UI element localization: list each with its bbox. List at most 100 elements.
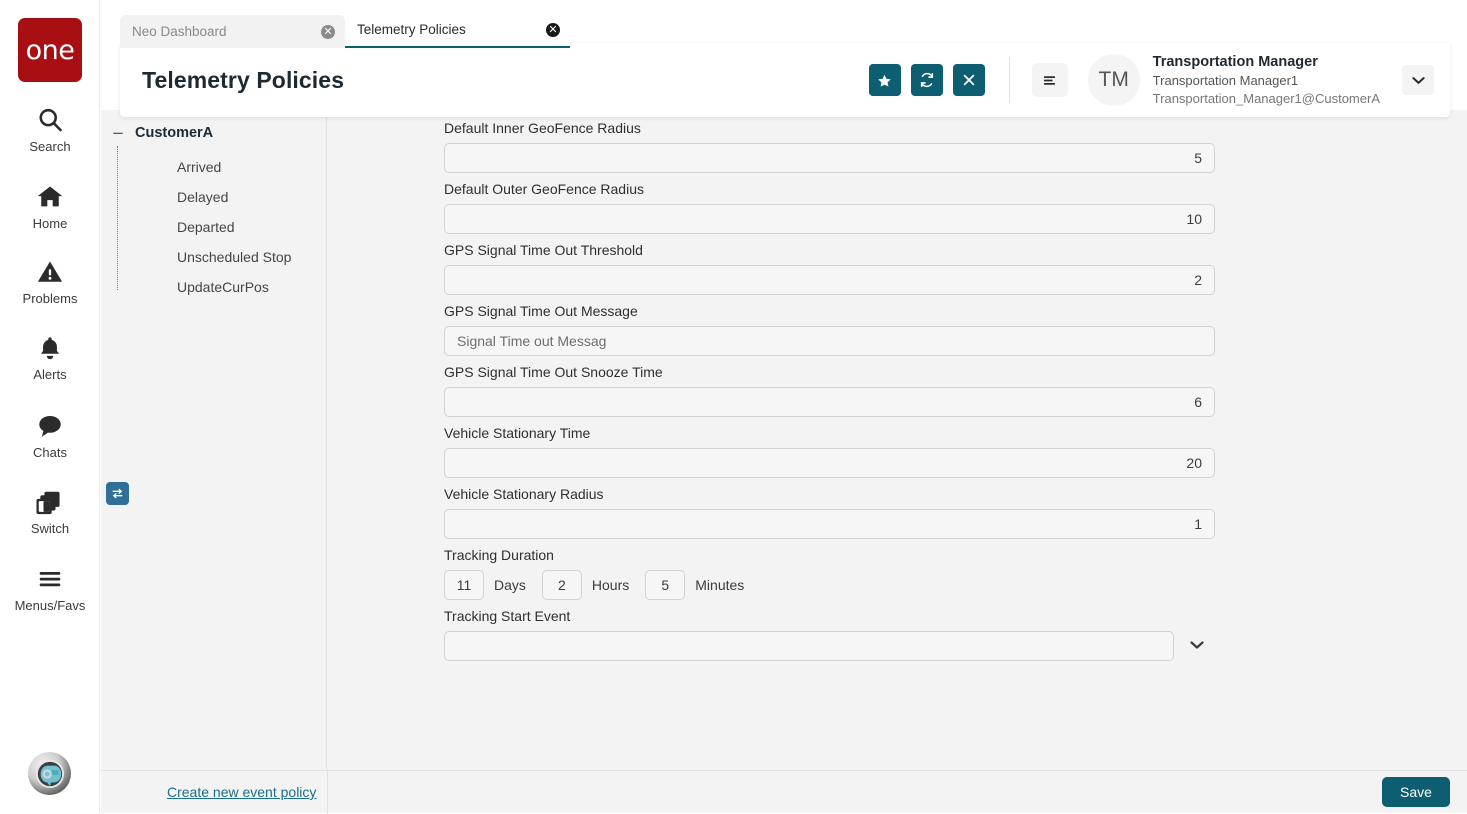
header-actions	[868, 64, 985, 96]
field-label: Tracking Duration	[444, 547, 554, 563]
field-label: Vehicle Stationary Radius	[444, 486, 604, 502]
tree-item-unscheduled-stop[interactable]: Unscheduled Stop	[117, 242, 326, 272]
unit-hours: Hours	[591, 577, 630, 593]
switch-windows-icon	[35, 482, 129, 518]
page-title: Telemetry Policies	[142, 66, 345, 93]
field-default-inner-geofence-radius: Default Inner GeoFence Radius	[444, 120, 1467, 173]
rail-item-search[interactable]: Search	[0, 104, 100, 154]
close-circle-icon[interactable]: ✕	[321, 24, 335, 39]
vehicle-stationary-time-input[interactable]	[444, 448, 1215, 478]
page-header: Telemetry Policies TM Transportation Man…	[120, 43, 1450, 117]
field-label: GPS Signal Time Out Threshold	[444, 242, 643, 258]
refresh-button[interactable]	[910, 64, 943, 96]
rail-label-home: Home	[32, 216, 68, 231]
tracking-start-event-input[interactable]	[444, 631, 1174, 661]
tracking-duration-minutes-input[interactable]	[645, 570, 686, 600]
field-tracking-duration: Tracking Duration Days Hours Minutes	[444, 547, 1467, 600]
field-default-outer-geofence-radius: Default Outer GeoFence Radius	[444, 181, 1467, 234]
field-vehicle-stationary-time: Vehicle Stationary Time	[444, 425, 1467, 478]
rail-item-switch[interactable]: Switch	[0, 482, 129, 536]
policy-form-panel: Default Inner GeoFence Radius Default Ou…	[328, 110, 1467, 770]
tree-root-label[interactable]: CustomerA	[135, 125, 213, 141]
ai-assistant-avatar[interactable]	[28, 752, 71, 795]
rail-item-alerts[interactable]: Alerts	[0, 332, 100, 382]
unit-minutes: Minutes	[695, 577, 745, 593]
chevron-down-icon[interactable]	[1190, 639, 1204, 654]
tree-root-row[interactable]: − CustomerA	[101, 120, 326, 146]
rail-item-home[interactable]: Home	[0, 181, 100, 231]
page-footer: Create new event policy Save	[101, 770, 1467, 814]
field-vehicle-stationary-radius: Vehicle Stationary Radius	[444, 486, 1467, 539]
chevron-down-icon[interactable]	[1402, 65, 1434, 95]
tree-children: Arrived Delayed Departed Unscheduled Sto…	[117, 146, 326, 302]
rail-label-menus-favs: Menus/Favs	[14, 598, 86, 613]
avatar-initials: TM	[1098, 68, 1129, 91]
tracking-duration-row: Days Hours Minutes	[444, 570, 1467, 600]
rail-label-alerts: Alerts	[33, 367, 67, 382]
user-username: Transportation Manager1	[1152, 73, 1299, 89]
rail-label-chats: Chats	[33, 445, 67, 460]
save-button[interactable]: Save	[1382, 777, 1450, 807]
field-label: Default Outer GeoFence Radius	[444, 181, 644, 197]
header-divider	[1008, 57, 1010, 103]
field-gps-signal-time-out-message: GPS Signal Time Out Message	[444, 303, 1467, 356]
tab-neo-dashboard[interactable]: Neo Dashboard ✕	[120, 15, 345, 48]
user-zone[interactable]: TM Transportation Manager Transportation…	[1087, 53, 1380, 106]
user-email: Transportation_Manager1@CustomerA	[1152, 90, 1380, 106]
bell-icon	[37, 332, 63, 364]
default-outer-geofence-radius-input[interactable]	[444, 204, 1215, 234]
rail-label-switch: Switch	[30, 521, 70, 536]
rail-item-menus-favs[interactable]: Menus/Favs	[0, 563, 100, 613]
field-label: Default Inner GeoFence Radius	[444, 120, 641, 136]
unit-days: Days	[494, 577, 526, 593]
page-body: − CustomerA Arrived Delayed Departed Uns…	[101, 110, 1467, 814]
close-button[interactable]	[952, 64, 985, 96]
tree-item-updatecurpos[interactable]: UpdateCurPos	[117, 272, 326, 302]
field-tracking-start-event: Tracking Start Event	[444, 608, 1467, 661]
avatar: TM	[1087, 54, 1140, 106]
tracking-duration-hours-input[interactable]	[541, 570, 582, 600]
app-logo[interactable]: one	[18, 18, 82, 82]
gps-signal-time-out-message-input[interactable]	[444, 326, 1215, 356]
rail-label-search: Search	[29, 139, 71, 154]
tree-item-arrived[interactable]: Arrived	[117, 152, 326, 182]
tab-bar: Neo Dashboard ✕ Telemetry Policies ✕	[120, 13, 570, 48]
left-nav-rail: one Search Home Problems Alerts Chats Sw…	[0, 0, 129, 813]
field-gps-signal-time-out-threshold: GPS Signal Time Out Threshold	[444, 242, 1467, 295]
tab-title: Telemetry Policies	[357, 22, 466, 37]
default-inner-geofence-radius-input[interactable]	[444, 143, 1215, 173]
gps-signal-time-out-threshold-input[interactable]	[444, 265, 1215, 295]
footer-left: Create new event policy	[101, 770, 328, 814]
field-label: Vehicle Stationary Time	[444, 425, 591, 441]
tree-item-delayed[interactable]: Delayed	[117, 182, 326, 212]
gps-signal-time-out-snooze-time-input[interactable]	[444, 387, 1215, 417]
rail-label-problems: Problems	[22, 291, 78, 306]
user-display-name: Transportation Manager	[1152, 54, 1318, 71]
favorite-button[interactable]	[868, 64, 901, 96]
tab-telemetry-policies[interactable]: Telemetry Policies ✕	[345, 13, 570, 48]
tree-collapse-icon[interactable]: −	[111, 124, 125, 142]
tracking-duration-days-input[interactable]	[444, 570, 484, 600]
hamburger-icon	[35, 563, 65, 595]
tracking-start-event-row	[444, 631, 1467, 661]
logo-text: one	[25, 34, 75, 66]
close-circle-icon[interactable]: ✕	[546, 22, 560, 37]
hamburger-menu-icon[interactable]	[1031, 63, 1068, 97]
home-icon	[35, 181, 65, 213]
field-label: Tracking Start Event	[444, 608, 571, 624]
user-info: Transportation Manager Transportation Ma…	[1153, 53, 1380, 106]
swap-arrows-icon[interactable]	[106, 482, 129, 505]
warning-triangle-icon	[36, 256, 64, 288]
vehicle-stationary-radius-input[interactable]	[444, 509, 1215, 539]
tree-item-departed[interactable]: Departed	[117, 212, 326, 242]
search-icon	[36, 104, 64, 136]
field-gps-signal-time-out-snooze-time: GPS Signal Time Out Snooze Time	[444, 364, 1467, 417]
field-label: GPS Signal Time Out Message	[444, 303, 638, 319]
tab-title: Neo Dashboard	[132, 24, 227, 39]
create-new-event-policy-link[interactable]: Create new event policy	[167, 784, 316, 800]
policy-tree-panel: − CustomerA Arrived Delayed Departed Uns…	[101, 110, 327, 770]
field-label: GPS Signal Time Out Snooze Time	[444, 364, 663, 380]
chat-bubble-icon	[36, 410, 64, 442]
rail-item-problems[interactable]: Problems	[0, 256, 100, 306]
rail-item-chats[interactable]: Chats	[0, 410, 100, 460]
